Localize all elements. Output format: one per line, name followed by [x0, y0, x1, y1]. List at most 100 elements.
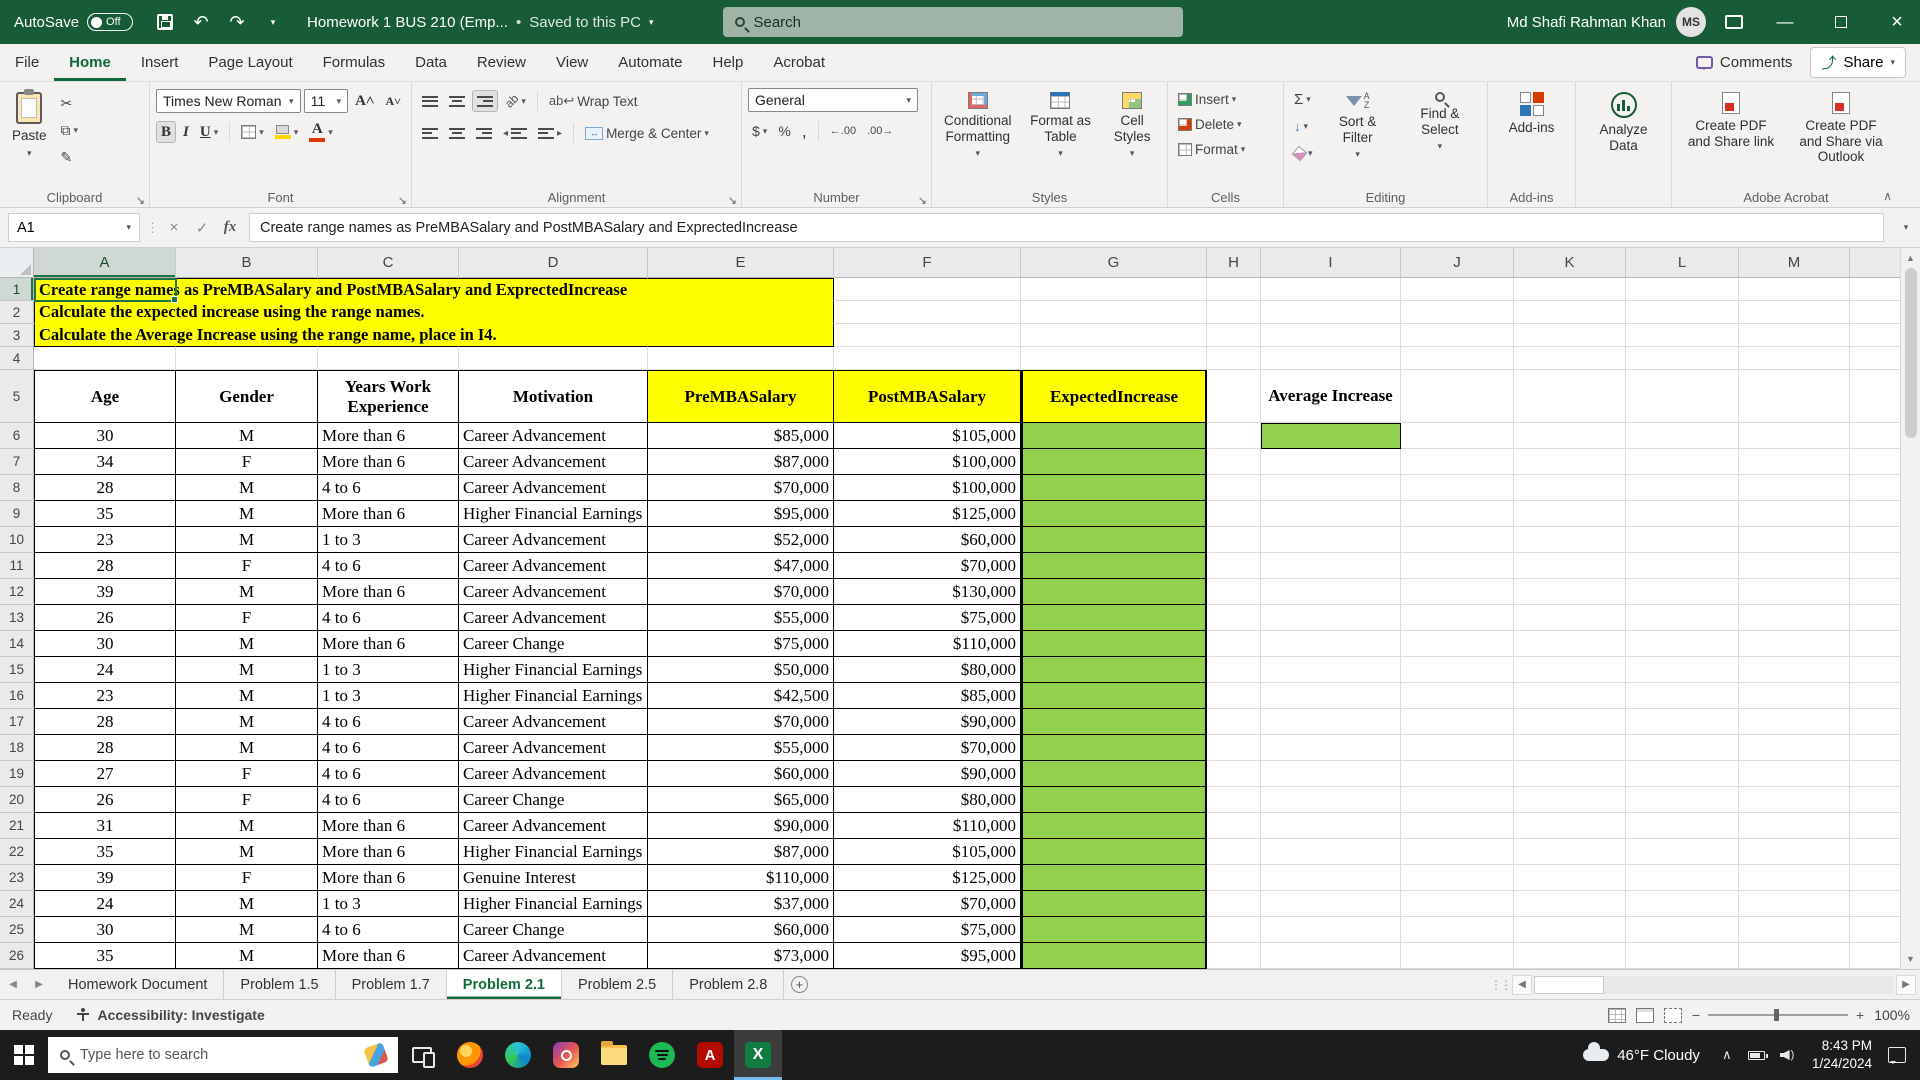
cell-E1[interactable] [648, 278, 834, 301]
cell-H1[interactable] [1207, 278, 1261, 301]
cell-H9[interactable] [1207, 501, 1261, 527]
cell-A15[interactable]: 24 [34, 657, 176, 683]
cell-I14[interactable] [1261, 631, 1401, 657]
normal-view-icon[interactable] [1608, 1008, 1626, 1023]
page-break-view-icon[interactable] [1664, 1008, 1682, 1023]
cell-F11[interactable]: $70,000 [834, 553, 1021, 579]
cell-J5[interactable] [1401, 370, 1514, 423]
row-header-4[interactable]: 4 [0, 347, 34, 370]
zoom-thumb[interactable] [1774, 1009, 1779, 1021]
cell-K22[interactable] [1514, 839, 1626, 865]
weather-widget[interactable]: 46°F Cloudy [1571, 1030, 1712, 1080]
cell-F6[interactable]: $105,000 [834, 423, 1021, 449]
cell-I26[interactable] [1261, 943, 1401, 969]
cell-K1[interactable] [1514, 278, 1626, 301]
cell-F5[interactable]: PostMBASalary [834, 370, 1021, 423]
cell-G6[interactable] [1021, 423, 1207, 449]
cell-A22[interactable]: 35 [34, 839, 176, 865]
cell-J9[interactable] [1401, 501, 1514, 527]
start-button[interactable] [0, 1030, 48, 1080]
cell-B13[interactable]: F [176, 605, 318, 631]
cell-B5[interactable]: Gender [176, 370, 318, 423]
scroll-up-button[interactable]: ▲ [1901, 248, 1920, 268]
cell-H18[interactable] [1207, 735, 1261, 761]
cell-L5[interactable] [1626, 370, 1739, 423]
cell-G17[interactable] [1021, 709, 1207, 735]
cell-F22[interactable]: $105,000 [834, 839, 1021, 865]
cell-C14[interactable]: More than 6 [318, 631, 459, 657]
cell-A17[interactable]: 28 [34, 709, 176, 735]
ribbon-tab-home[interactable]: Home [54, 44, 126, 81]
cell-G21[interactable] [1021, 813, 1207, 839]
underline-button[interactable]: U▾ [196, 121, 222, 143]
cell-B6[interactable]: M [176, 423, 318, 449]
ribbon-tab-page-layout[interactable]: Page Layout [193, 44, 307, 81]
row-header-8[interactable]: 8 [0, 475, 34, 501]
volume-button[interactable]: ) [1772, 1030, 1802, 1080]
cell-K8[interactable] [1514, 475, 1626, 501]
cell-J22[interactable] [1401, 839, 1514, 865]
cell-E7[interactable]: $87,000 [648, 449, 834, 475]
sheet-tab-problem-2-5[interactable]: Problem 2.5 [562, 970, 673, 999]
cell-G15[interactable] [1021, 657, 1207, 683]
quick-access-menu-button[interactable]: ▾ [255, 4, 291, 40]
column-header-F[interactable]: F [834, 248, 1021, 278]
cell-A21[interactable]: 31 [34, 813, 176, 839]
cell-J25[interactable] [1401, 917, 1514, 943]
edge-button[interactable] [494, 1030, 542, 1080]
cell-H16[interactable] [1207, 683, 1261, 709]
cell-E15[interactable]: $50,000 [648, 657, 834, 683]
cell-F20[interactable]: $80,000 [834, 787, 1021, 813]
cell-G22[interactable] [1021, 839, 1207, 865]
cell-K20[interactable] [1514, 787, 1626, 813]
sheet-nav-right-icon[interactable]: ▶ [26, 970, 52, 999]
row-header-23[interactable]: 23 [0, 865, 34, 891]
cell-C11[interactable]: 4 to 6 [318, 553, 459, 579]
cell-C7[interactable]: More than 6 [318, 449, 459, 475]
cell-I13[interactable] [1261, 605, 1401, 631]
cell-A18[interactable]: 28 [34, 735, 176, 761]
zoom-in-button[interactable]: + [1856, 1007, 1864, 1023]
cell-J16[interactable] [1401, 683, 1514, 709]
cell-K14[interactable] [1514, 631, 1626, 657]
cell-F16[interactable]: $85,000 [834, 683, 1021, 709]
cell-J10[interactable] [1401, 527, 1514, 553]
cell-H24[interactable] [1207, 891, 1261, 917]
cell-B11[interactable]: F [176, 553, 318, 579]
cell-B24[interactable]: M [176, 891, 318, 917]
cell-E14[interactable]: $75,000 [648, 631, 834, 657]
italic-button[interactable]: I [179, 121, 193, 143]
number-dialog-launcher-icon[interactable]: ↘ [918, 194, 927, 207]
cell-G23[interactable] [1021, 865, 1207, 891]
ribbon-tab-automate[interactable]: Automate [603, 44, 697, 81]
cell-H10[interactable] [1207, 527, 1261, 553]
cell-E22[interactable]: $87,000 [648, 839, 834, 865]
cell-B12[interactable]: M [176, 579, 318, 605]
sheet-tab-problem-1-5[interactable]: Problem 1.5 [224, 970, 335, 999]
page-layout-view-icon[interactable] [1636, 1008, 1654, 1023]
task-view-button[interactable] [398, 1030, 446, 1080]
cell-A3[interactable]: Calculate the Average Increase using the… [34, 324, 176, 347]
cell-M26[interactable] [1739, 943, 1850, 969]
cell-M25[interactable] [1739, 917, 1850, 943]
cell-C25[interactable]: 4 to 6 [318, 917, 459, 943]
spotify-button[interactable] [638, 1030, 686, 1080]
row-header-21[interactable]: 21 [0, 813, 34, 839]
cell-J4[interactable] [1401, 347, 1514, 370]
cell-L14[interactable] [1626, 631, 1739, 657]
name-box[interactable]: A1 ▾ [8, 213, 140, 242]
cell-H21[interactable] [1207, 813, 1261, 839]
ribbon-tab-acrobat[interactable]: Acrobat [758, 44, 840, 81]
row-header-18[interactable]: 18 [0, 735, 34, 761]
row-header-25[interactable]: 25 [0, 917, 34, 943]
wrap-text-button[interactable]: ab↩ Wrap Text [545, 90, 642, 112]
cell-G5[interactable]: ExpectedIncrease [1021, 370, 1207, 423]
cell-L6[interactable] [1626, 423, 1739, 449]
cell-C26[interactable]: More than 6 [318, 943, 459, 969]
cell-M6[interactable] [1739, 423, 1850, 449]
cell-G10[interactable] [1021, 527, 1207, 553]
cell-G20[interactable] [1021, 787, 1207, 813]
save-button[interactable] [147, 4, 183, 40]
cell-F24[interactable]: $70,000 [834, 891, 1021, 917]
align-bottom-button[interactable] [472, 90, 498, 112]
